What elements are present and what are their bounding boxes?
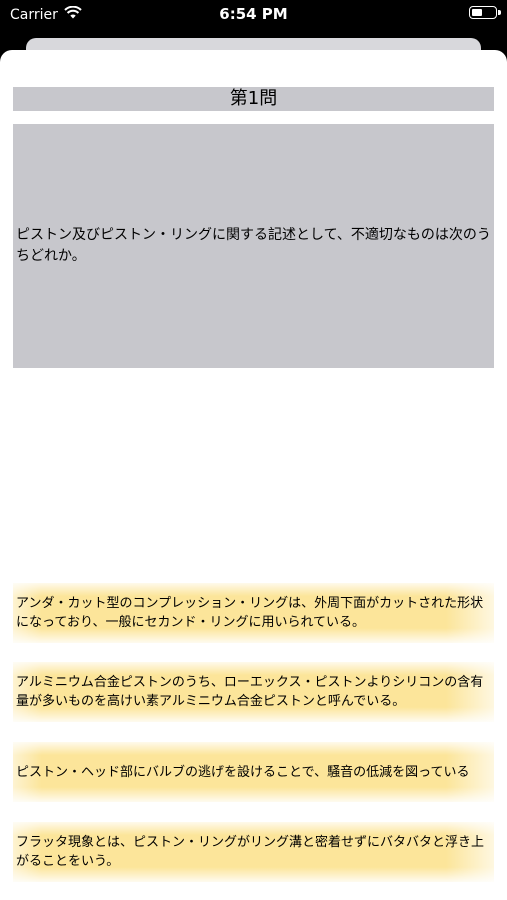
- battery-icon: [469, 6, 501, 19]
- status-bar: Carrier 6:54 PM: [0, 0, 507, 30]
- choice-3-text: ピストン・ヘッド部にバルブの逃げを設けることで、騒音の低減を図っている: [16, 764, 470, 780]
- choice-2-button[interactable]: アルミニウム合金ピストンのうち、ローエックス・ピストンよりシリコンの含有量が多い…: [13, 662, 494, 722]
- quiz-sheet: 第1問 ピストン及びピストン・リングに関する記述として、不適切なものは次のうちど…: [0, 50, 507, 900]
- status-time: 6:54 PM: [219, 5, 288, 23]
- question-box: ピストン及びピストン・リングに関する記述として、不適切なものは次のうちどれか。: [13, 124, 494, 368]
- choice-2-text: アルミニウム合金ピストンのうち、ローエックス・ピストンよりシリコンの含有量が多い…: [16, 675, 484, 709]
- question-number-title: 第1問: [13, 87, 494, 111]
- choice-1-text: アンダ・カット型のコンプレッション・リングは、外周下面がカットされた形状になって…: [16, 596, 484, 630]
- choice-1-button[interactable]: アンダ・カット型のコンプレッション・リングは、外周下面がカットされた形状になって…: [13, 583, 494, 643]
- choice-3-button[interactable]: ピストン・ヘッド部にバルブの逃げを設けることで、騒音の低減を図っている: [13, 742, 494, 802]
- choice-4-text: フラッタ現象とは、ピストン・リングがリング溝と密着せずにバタバタと浮き上がること…: [16, 835, 485, 869]
- question-text: ピストン及びピストン・リングに関する記述として、不適切なものは次のうちどれか。: [16, 227, 491, 264]
- choice-4-button[interactable]: フラッタ現象とは、ピストン・リングがリング溝と密着せずにバタバタと浮き上がること…: [13, 822, 494, 882]
